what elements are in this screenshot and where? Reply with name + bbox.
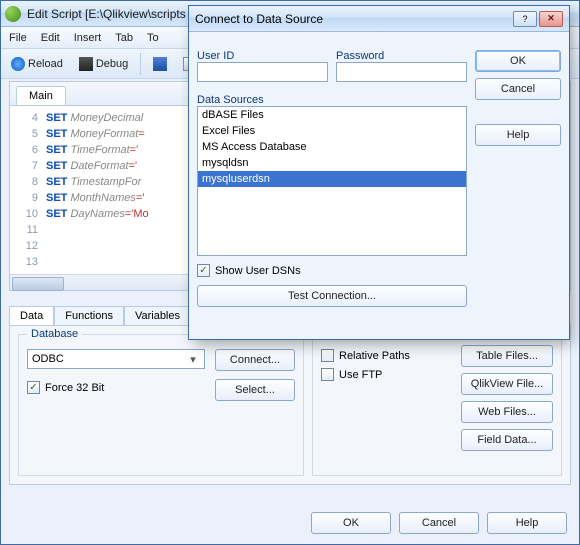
list-item[interactable]: MS Access Database [198,139,466,155]
menu-edit[interactable]: Edit [41,32,60,44]
test-connection-button[interactable]: Test Connection... [197,285,467,307]
field-data-button[interactable]: Field Data... [461,429,553,451]
dialog-body: User ID Password Data Sources dBASE File… [197,36,561,331]
database-group: Database ODBC ▾ ✓ Force 32 Bit Connect..… [18,334,304,476]
userid-label: User ID [197,50,328,62]
show-user-dsns-checkbox[interactable]: ✓ Show User DSNs [197,264,467,277]
qlikview-file-button[interactable]: QlikView File... [461,373,553,395]
debug-button[interactable]: Debug [75,55,132,73]
menu-insert[interactable]: Insert [74,32,102,44]
web-files-button[interactable]: Web Files... [461,401,553,423]
toolbar-sep [140,53,141,75]
tab-variables[interactable]: Variables [124,306,191,325]
list-item[interactable]: mysqluserdsn [198,171,466,187]
main-cancel-button[interactable]: Cancel [399,512,479,534]
list-item[interactable]: dBASE Files [198,107,466,123]
menu-to[interactable]: To [147,32,159,44]
userid-input[interactable] [197,62,328,82]
main-buttons: OK Cancel Help [311,512,567,534]
app-icon [5,6,21,22]
dialog-help-button[interactable]: Help [475,124,561,146]
datafiles-group: Data from Files Relative Paths Use FTP T… [312,334,562,476]
list-item[interactable]: Excel Files [198,123,466,139]
checkbox-checked-icon: ✓ [197,264,210,277]
close-icon[interactable]: ✕ [539,11,563,27]
dialog-ok-button[interactable]: OK [475,50,561,72]
database-combo[interactable]: ODBC ▾ [27,349,205,369]
help-icon[interactable]: ? [513,11,537,27]
checkbox-icon [321,368,334,381]
checkbox-icon [321,349,334,362]
dialog-cancel-button[interactable]: Cancel [475,78,561,100]
connect-button[interactable]: Connect... [215,349,295,371]
debug-icon [79,57,93,71]
list-item[interactable]: mysqldsn [198,155,466,171]
main-ok-button[interactable]: OK [311,512,391,534]
reload-icon [11,57,25,71]
dialog-side-buttons: OK Cancel Help [475,50,561,146]
bottom-body: Database ODBC ▾ ✓ Force 32 Bit Connect..… [9,325,571,485]
reload-button[interactable]: Reload [7,55,67,73]
relative-paths-checkbox[interactable]: Relative Paths [321,349,453,362]
datasources-label: Data Sources [197,94,467,106]
menu-tab[interactable]: Tab [115,32,133,44]
force32-checkbox[interactable]: ✓ Force 32 Bit [27,381,205,394]
use-ftp-checkbox[interactable]: Use FTP [321,368,453,381]
connect-dialog: Connect to Data Source ? ✕ User ID Passw… [188,5,570,340]
dialog-title: Connect to Data Source [195,12,323,26]
editor-tab-main[interactable]: Main [16,86,66,105]
tab-data[interactable]: Data [9,306,54,325]
tab-functions[interactable]: Functions [54,306,124,325]
table-files-button[interactable]: Table Files... [461,345,553,367]
password-input[interactable] [336,62,467,82]
database-legend: Database [27,328,82,340]
save-button[interactable] [149,55,171,73]
password-label: Password [336,50,467,62]
datasources-list[interactable]: dBASE FilesExcel FilesMS Access Database… [197,106,467,256]
window-title: Edit Script [E:\Qlikview\scripts [27,7,186,21]
window-buttons: ? ✕ [513,11,563,27]
checkbox-checked-icon: ✓ [27,381,40,394]
chevron-down-icon: ▾ [186,353,200,366]
select-button[interactable]: Select... [215,379,295,401]
database-combo-value: ODBC [32,353,64,365]
menu-file[interactable]: File [9,32,27,44]
dialog-titlebar[interactable]: Connect to Data Source ? ✕ [189,6,569,32]
main-help-button[interactable]: Help [487,512,567,534]
save-icon [153,57,167,71]
